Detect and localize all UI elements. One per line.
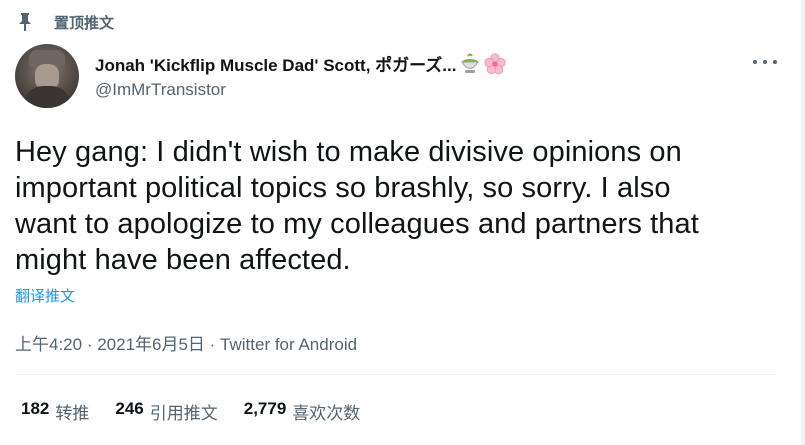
- meta-separator: ·: [82, 335, 98, 354]
- page-edge: [801, 0, 805, 445]
- likes-stat[interactable]: 2,779 喜欢次数: [244, 399, 361, 424]
- tweet-time[interactable]: 上午4:20: [15, 335, 82, 354]
- tweet-line: might have been affected.: [15, 244, 351, 276]
- retweets-count: 182: [21, 399, 50, 418]
- tweet-source[interactable]: Twitter for Android: [220, 335, 357, 354]
- quotes-count: 246: [115, 399, 144, 418]
- tweet-line: important political topics so brashly, s…: [15, 172, 671, 204]
- tweet-stats: 182 转推 246 引用推文 2,779 喜欢次数: [21, 399, 360, 424]
- tweet-date[interactable]: 2021年6月5日: [97, 335, 205, 354]
- tweet-line: want to apologize to my colleagues and p…: [15, 208, 699, 240]
- translate-tweet-link[interactable]: 翻译推文: [15, 285, 75, 306]
- meta-separator: ·: [204, 335, 221, 354]
- author-display-name[interactable]: Jonah 'Kickflip Muscle Dad' Scott, ポガーズ.…: [95, 51, 456, 76]
- cherry-blossom-icon: [484, 52, 507, 74]
- pinned-label: 置顶推文: [54, 14, 115, 32]
- retweets-stat[interactable]: 182 转推: [21, 399, 89, 424]
- tweet-line: Hey gang: I didn't wish to make divisive…: [15, 136, 682, 168]
- matcha-bowl-icon: [461, 53, 480, 73]
- likes-count: 2,779: [243, 399, 287, 418]
- retweets-label: 转推: [55, 404, 90, 423]
- author-handle[interactable]: @ImMrTransistor: [95, 80, 226, 100]
- likes-label: 喜欢次数: [292, 404, 361, 423]
- tweet-text: Hey gang: I didn't wish to make divisive…: [15, 134, 775, 278]
- divider: [15, 374, 777, 375]
- avatar[interactable]: [15, 44, 79, 108]
- quotes-label: 引用推文: [149, 404, 218, 423]
- more-options-icon[interactable]: [753, 52, 777, 72]
- author-name-row[interactable]: Jonah 'Kickflip Muscle Dad' Scott, ポガーズ.…: [95, 51, 507, 76]
- pin-icon: [19, 13, 31, 31]
- tweet-meta: 上午4:20 · 2021年6月5日 · Twitter for Android: [15, 330, 357, 355]
- pinned-header: 置顶推文: [18, 10, 114, 34]
- quotes-stat[interactable]: 246 引用推文: [115, 399, 217, 424]
